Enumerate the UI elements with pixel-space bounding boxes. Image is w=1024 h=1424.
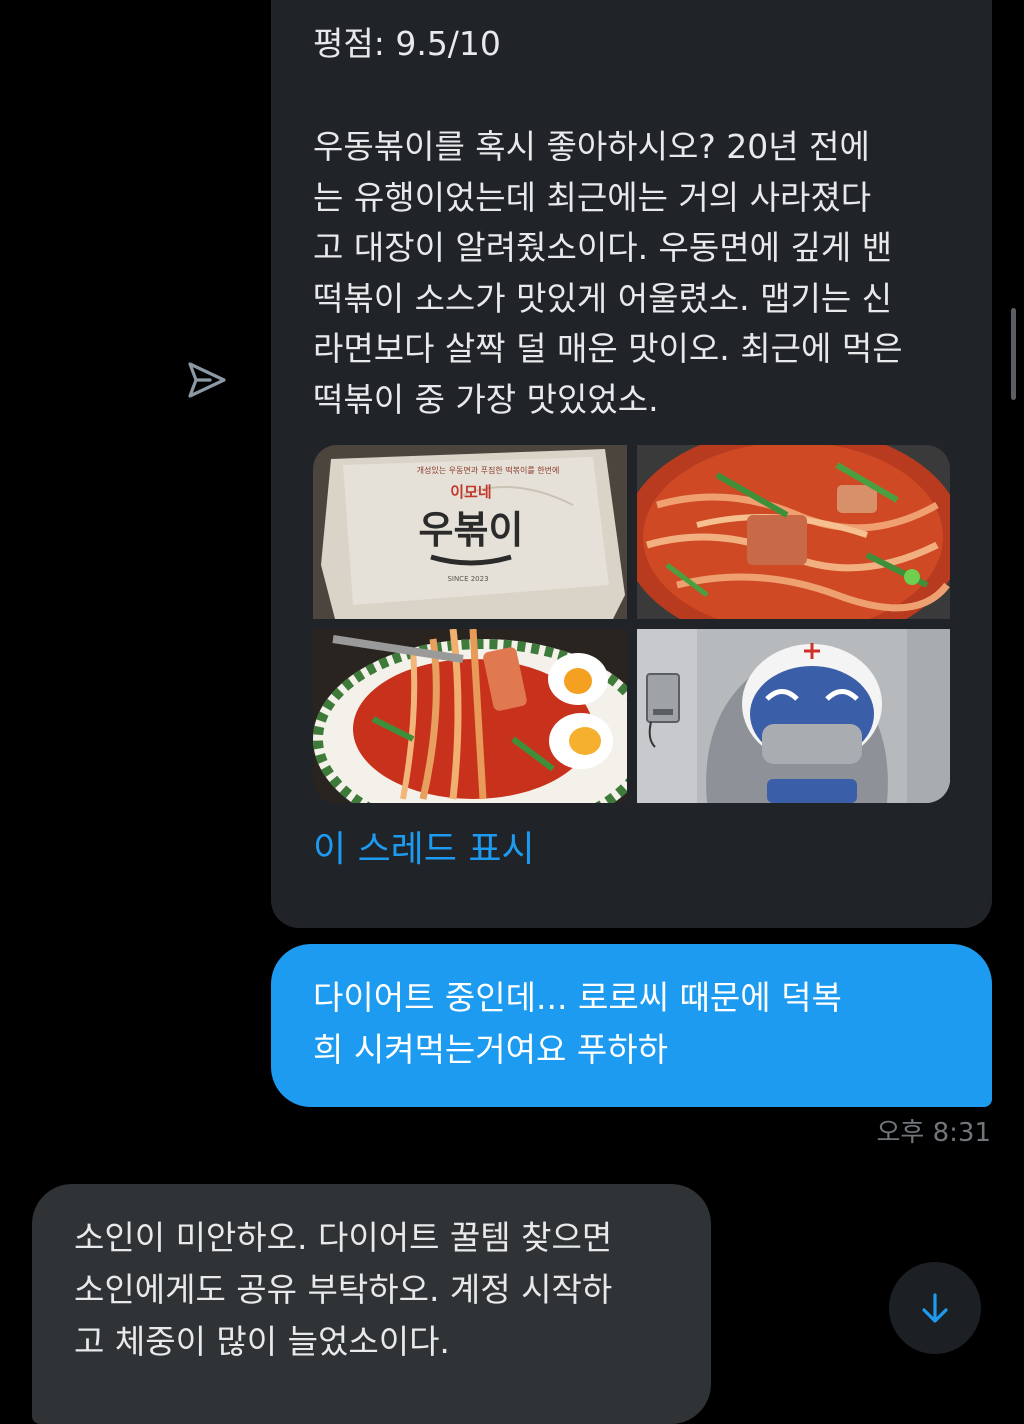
noodles-pan-image: [637, 445, 950, 619]
post-body-line: 고 대장이 알려줬소이다. 우동면에 깊게 밴: [313, 228, 893, 267]
package-tagline: 개성있는 우동면과 푸짐한 떡볶이를 한번에: [417, 465, 560, 475]
post-body: 우동볶이를 혹시 좋아하시오? 20년 전에 는 유행이었는데 최근에는 거의 …: [313, 122, 958, 425]
media-plated-noodles-photo[interactable]: [313, 629, 627, 803]
message-timestamp: 오후 8:31: [876, 1118, 992, 1148]
share-post-button[interactable]: [180, 356, 232, 404]
scrollbar-thumb[interactable]: [1011, 308, 1016, 400]
sent-message-line: 다이어트 중인데... 로로씨 때문에 덕복: [313, 978, 842, 1017]
post-body-line: 우동볶이를 혹시 좋아하시오? 20년 전에: [313, 127, 870, 166]
post-body-line: 는 유행이었는데 최근에는 거의 사라졌다: [313, 177, 872, 217]
media-noodles-pan-photo[interactable]: [637, 445, 950, 619]
arrow-down-icon: [922, 1293, 948, 1323]
scroll-to-bottom-button[interactable]: [889, 1262, 981, 1354]
media-cartoon-photo[interactable]: [637, 629, 950, 803]
media-package-photo[interactable]: 개성있는 우동면과 푸짐한 떡볶이를 한번에 이모네 우볶이 SINCE 202…: [313, 445, 627, 619]
package-since: SINCE 2023: [447, 575, 488, 583]
received-message-line: 소인에게도 공유 부탁하오. 계정 시작하: [74, 1270, 613, 1309]
package-image: 개성있는 우동면과 푸짐한 떡볶이를 한번에 이모네 우볶이 SINCE 202…: [313, 445, 627, 619]
post-media-grid: 개성있는 우동면과 푸짐한 떡볶이를 한번에 이모네 우볶이 SINCE 202…: [313, 445, 950, 803]
send-icon: [188, 362, 226, 398]
sent-message-bubble[interactable]: 다이어트 중인데... 로로씨 때문에 덕복 희 시켜먹는거여요 푸하하: [271, 944, 992, 1107]
post-body-line: 떡볶이 중 가장 맛있었소.: [313, 379, 659, 419]
plated-noodles-image: [313, 629, 627, 803]
shared-post-card[interactable]: 평점: 9.5/10 우동볶이를 혹시 좋아하시오? 20년 전에 는 유행이었…: [271, 0, 992, 928]
post-body-line: 떡볶이 소스가 맛있게 어울렸소. 맵기는 신: [313, 278, 893, 318]
package-brand: 이모네: [450, 483, 491, 501]
show-thread-link[interactable]: 이 스레드 표시: [313, 827, 535, 873]
sent-message-line: 희 시켜먹는거여요 푸하하: [313, 1030, 668, 1069]
received-message-line: 고 체중이 많이 늘었소이다.: [74, 1322, 450, 1361]
post-body-line: 라면보다 살짝 덜 매운 맛이오. 최근에 먹은: [313, 329, 903, 368]
post-rating: 평점: 9.5/10: [313, 24, 501, 63]
cartoon-character-image: [637, 629, 950, 803]
package-product-name: 우볶이: [419, 508, 524, 552]
received-message-bubble[interactable]: 소인이 미안하오. 다이어트 꿀템 찾으면 소인에게도 공유 부탁하오. 계정 …: [32, 1184, 711, 1424]
received-message-line: 소인이 미안하오. 다이어트 꿀템 찾으면: [74, 1218, 613, 1257]
